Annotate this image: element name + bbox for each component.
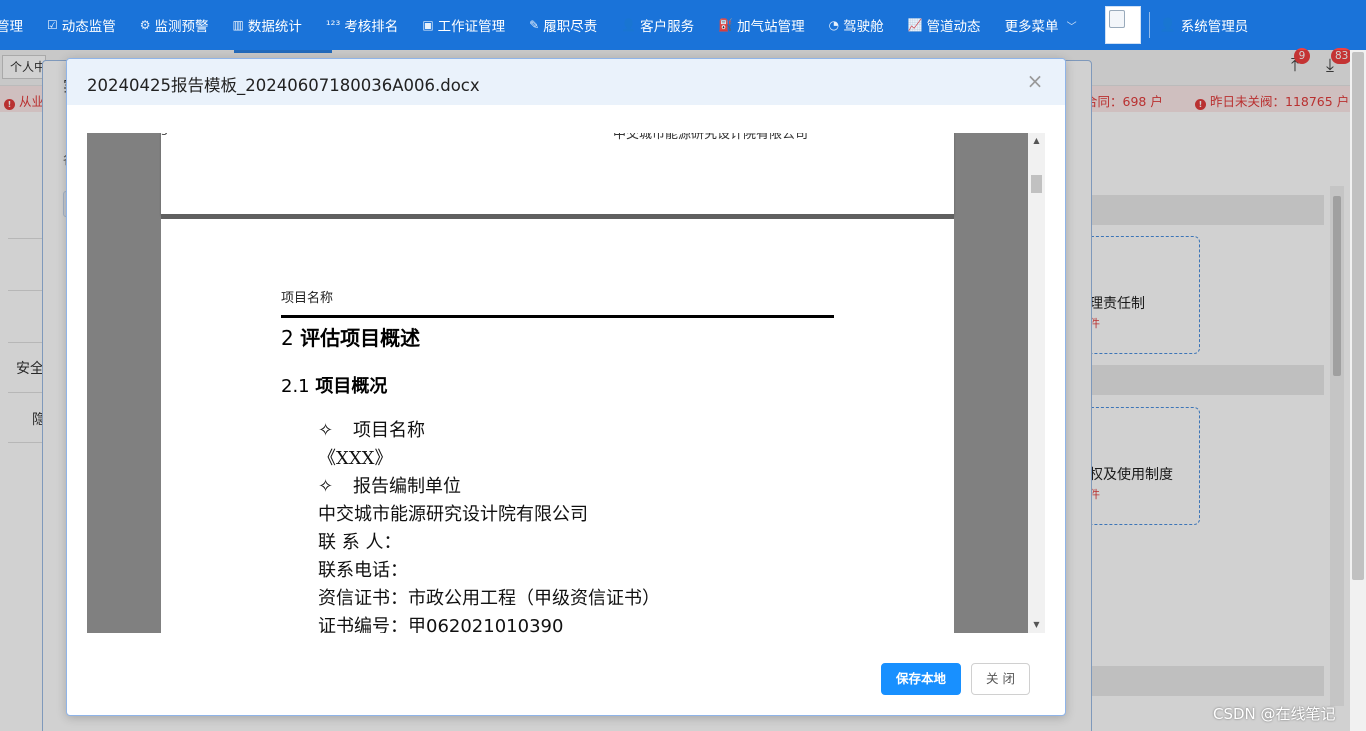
nav-item-monitoring-warning[interactable]: ⚙ 监测预警 [128, 0, 221, 50]
nav-more-label: 更多菜单 [1004, 19, 1059, 35]
page-header-label: 项目名称 [281, 291, 334, 306]
gas-pump-icon: ⛽ [718, 18, 734, 32]
nav-item-label: 考核排名 [344, 19, 399, 35]
heading-text: 项目概况 [315, 376, 388, 397]
nav-item-label: 工作证管理 [437, 19, 506, 35]
nav-item-label: 管道动态 [926, 19, 981, 35]
document-preview-dialog: 20240425报告模板_20240607180036A006.docx × 5… [66, 58, 1066, 716]
avatar[interactable] [1104, 6, 1141, 44]
list-item-text: 报告编制单位 [353, 476, 461, 497]
dashboard-icon: ◔ [828, 18, 840, 32]
body-line: 资信证书：市政公用工程（甲级资信证书） [318, 588, 660, 609]
id-card-icon: ▣ [422, 18, 434, 32]
close-icon[interactable]: × [1025, 71, 1045, 91]
nav-item-gas-station[interactable]: ⛽ 加气站管理 [706, 0, 816, 50]
header-rule [281, 315, 834, 318]
scrollbar-thumb[interactable] [1031, 175, 1042, 193]
nav-item-label: 数据统计 [247, 19, 302, 35]
nav-item-dynamic-supervision[interactable]: ☑ 动态监管 [35, 0, 128, 50]
nav-item-label: 加气站管理 [737, 19, 805, 35]
nav-item-label: 监测预警 [154, 19, 209, 35]
heading-number: 2 [281, 326, 294, 350]
dialog-header: 20240425报告模板_20240607180036A006.docx × [67, 59, 1065, 105]
page-header-text: 中交城市能源研究设计院有限公司 [613, 133, 809, 142]
nav-more-menu[interactable]: 更多菜单 ﹀ [993, 0, 1089, 50]
close-button[interactable]: 关 闭 [971, 663, 1030, 695]
body-line: 《XXX》 [318, 448, 393, 469]
nav-item-statistics[interactable]: ▥ 数据统计 [221, 0, 314, 50]
nav-divider [1148, 12, 1150, 38]
bar-chart-icon: ▥ [232, 18, 244, 32]
body-line: 中交城市能源研究设计院有限公司 [318, 504, 588, 525]
heading-number: 2.1 [281, 376, 310, 397]
nav-item-label: 管理 [0, 19, 23, 35]
list-item: ✧ 项目名称 [318, 416, 425, 442]
scrollbar-thumb[interactable] [1352, 52, 1364, 580]
body-line: 证书编号：甲062021010390 [318, 616, 564, 633]
nav-item-ranking[interactable]: ¹²³ 考核排名 [314, 0, 410, 50]
settings-icon: ⚙ [139, 18, 151, 32]
nav-item-management[interactable]: 管理 [0, 0, 35, 50]
diamond-star-icon: ✧ [318, 420, 334, 441]
list-item-text: 项目名称 [353, 420, 425, 441]
nav-item-duty[interactable]: ✎ 履职尽责 [517, 0, 609, 50]
body-line: 联系电话： [318, 560, 408, 581]
numbers-icon: ¹²³ [325, 18, 341, 32]
page-header-mark: 5 [161, 133, 168, 138]
viewer-scrollbar[interactable]: ▲ ▼ [1028, 133, 1045, 633]
nav-item-customer-service[interactable]: 👤 客户服务 [609, 0, 706, 50]
chevron-down-icon: ﹀ [1066, 21, 1077, 33]
document-page: 5 中交城市能源研究设计院有限公司 [161, 133, 954, 214]
watermark: CSDN @在线笔记 [1213, 705, 1336, 723]
nav-item-work-permit[interactable]: ▣ 工作证管理 [410, 0, 517, 50]
heading-text: 评估项目概述 [300, 326, 421, 350]
scroll-up-icon[interactable]: ▲ [1028, 133, 1045, 149]
nav-item-label: 客户服务 [640, 19, 695, 35]
user-icon: 👤 [1159, 17, 1176, 33]
nav-item-label: 动态监管 [61, 19, 116, 35]
diamond-star-icon: ✧ [318, 476, 334, 497]
nav-item-cockpit[interactable]: ◔ 驾驶舱 [817, 0, 896, 50]
top-navigation: 管理 ☑ 动态监管 ⚙ 监测预警 ▥ 数据统计 ¹²³ 考核排名 ▣ 工作证管理 ✎ 履职尽… [0, 0, 1366, 50]
user-menu[interactable]: 👤 系统管理员 [1159, 15, 1249, 36]
list-item: ✧ 报告编制单位 [318, 472, 461, 498]
user-name: 系统管理员 [1180, 19, 1249, 35]
save-local-button[interactable]: 保存本地 [881, 663, 961, 695]
checkbox-icon: ☑ [47, 18, 58, 32]
line-chart-icon: 📈 [907, 18, 923, 32]
heading-level-1: 2 评估项目概述 [281, 322, 420, 351]
nav-item-label: 履职尽责 [543, 19, 598, 35]
nav-item-pipeline[interactable]: 📈 管道动态 [896, 0, 993, 50]
body-line: 联 系 人： [318, 532, 402, 553]
dialog-title: 20240425报告模板_20240607180036A006.docx [87, 76, 480, 95]
document-viewer[interactable]: 5 中交城市能源研究设计院有限公司 项目名称 2 评估项目概述 2.1 项目概况… [87, 133, 1045, 633]
scroll-down-icon[interactable]: ▼ [1028, 617, 1045, 633]
document-page: 项目名称 2 评估项目概述 2.1 项目概况 ✧ 项目名称 《XXX》 ✧ 报告编制… [161, 219, 954, 633]
edit-icon: ✎ [529, 18, 540, 32]
heading-level-2: 2.1 项目概况 [281, 372, 387, 398]
nav-item-label: 驾驶舱 [843, 19, 884, 35]
user-icon: 👤 [621, 18, 637, 32]
page-scrollbar[interactable] [1350, 50, 1366, 731]
